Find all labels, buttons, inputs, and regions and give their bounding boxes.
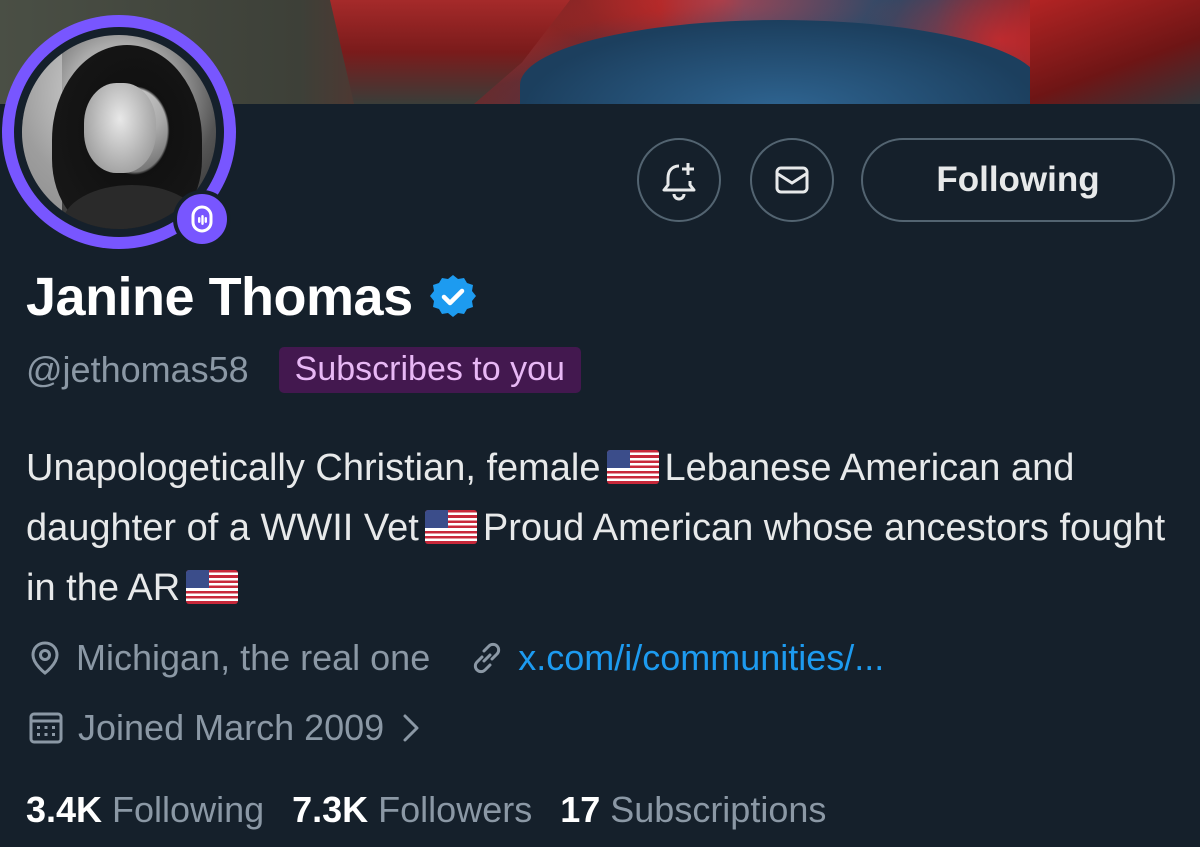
verified-badge-icon[interactable] bbox=[429, 273, 477, 321]
link-icon bbox=[474, 642, 501, 674]
us-flag-icon bbox=[606, 450, 659, 484]
subscriptions-label: Subscriptions bbox=[610, 789, 827, 830]
handle-row: @jethomas58 Subscribes to you bbox=[26, 346, 581, 394]
bio-text: Unapologetically Christian, female bbox=[26, 447, 601, 489]
followers-count: 7.3K bbox=[292, 789, 369, 830]
profile-name-row: Janine Thomas bbox=[26, 262, 477, 332]
profile-stats: 3.4K Following 7.3K Followers 17 Subscripti… bbox=[26, 785, 854, 835]
website-link[interactable]: x.com/i/communities/... bbox=[518, 637, 884, 679]
website-item[interactable]: x.com/i/communities/... bbox=[468, 637, 884, 679]
following-stat[interactable]: 3.4K Following bbox=[26, 789, 264, 831]
banner-map-gulf bbox=[520, 20, 1040, 104]
banner-map-florida bbox=[1030, 0, 1200, 104]
spaces-mic-icon[interactable] bbox=[173, 190, 231, 248]
joined-row[interactable]: Joined March 2009 bbox=[26, 703, 476, 753]
following-count: 3.4K bbox=[26, 789, 103, 830]
message-button[interactable] bbox=[750, 138, 834, 222]
display-name: Janine Thomas bbox=[26, 267, 413, 327]
subscriptions-count: 17 bbox=[560, 789, 601, 830]
subscriptions-stat[interactable]: 17 Subscriptions bbox=[560, 789, 826, 831]
following-label: Following bbox=[112, 789, 265, 830]
notify-button[interactable] bbox=[637, 138, 721, 222]
followers-stat[interactable]: 7.3K Followers bbox=[292, 789, 532, 831]
location-text: Michigan, the real one bbox=[76, 637, 431, 678]
location-pin-icon bbox=[31, 641, 59, 675]
location-item: Michigan, the real one bbox=[26, 637, 430, 679]
bell-plus-icon bbox=[662, 163, 696, 201]
joined-item[interactable]: Joined March 2009 bbox=[26, 707, 438, 749]
chevron-right-icon bbox=[403, 714, 419, 742]
subscribes-to-you-badge: Subscribes to you bbox=[278, 347, 581, 393]
us-flag-icon bbox=[424, 510, 477, 544]
profile-bio: Unapologetically Christian, female Lebane… bbox=[26, 438, 1186, 618]
joined-text: Joined March 2009 bbox=[78, 707, 385, 748]
followers-label: Followers bbox=[378, 789, 533, 830]
profile-meta-row: Michigan, the real one x.com/i/communiti… bbox=[26, 633, 922, 683]
username-handle: @jethomas58 bbox=[26, 349, 249, 390]
envelope-icon bbox=[775, 166, 809, 194]
following-button[interactable]: Following bbox=[861, 138, 1175, 222]
us-flag-icon bbox=[186, 570, 239, 604]
calendar-icon bbox=[29, 712, 63, 744]
